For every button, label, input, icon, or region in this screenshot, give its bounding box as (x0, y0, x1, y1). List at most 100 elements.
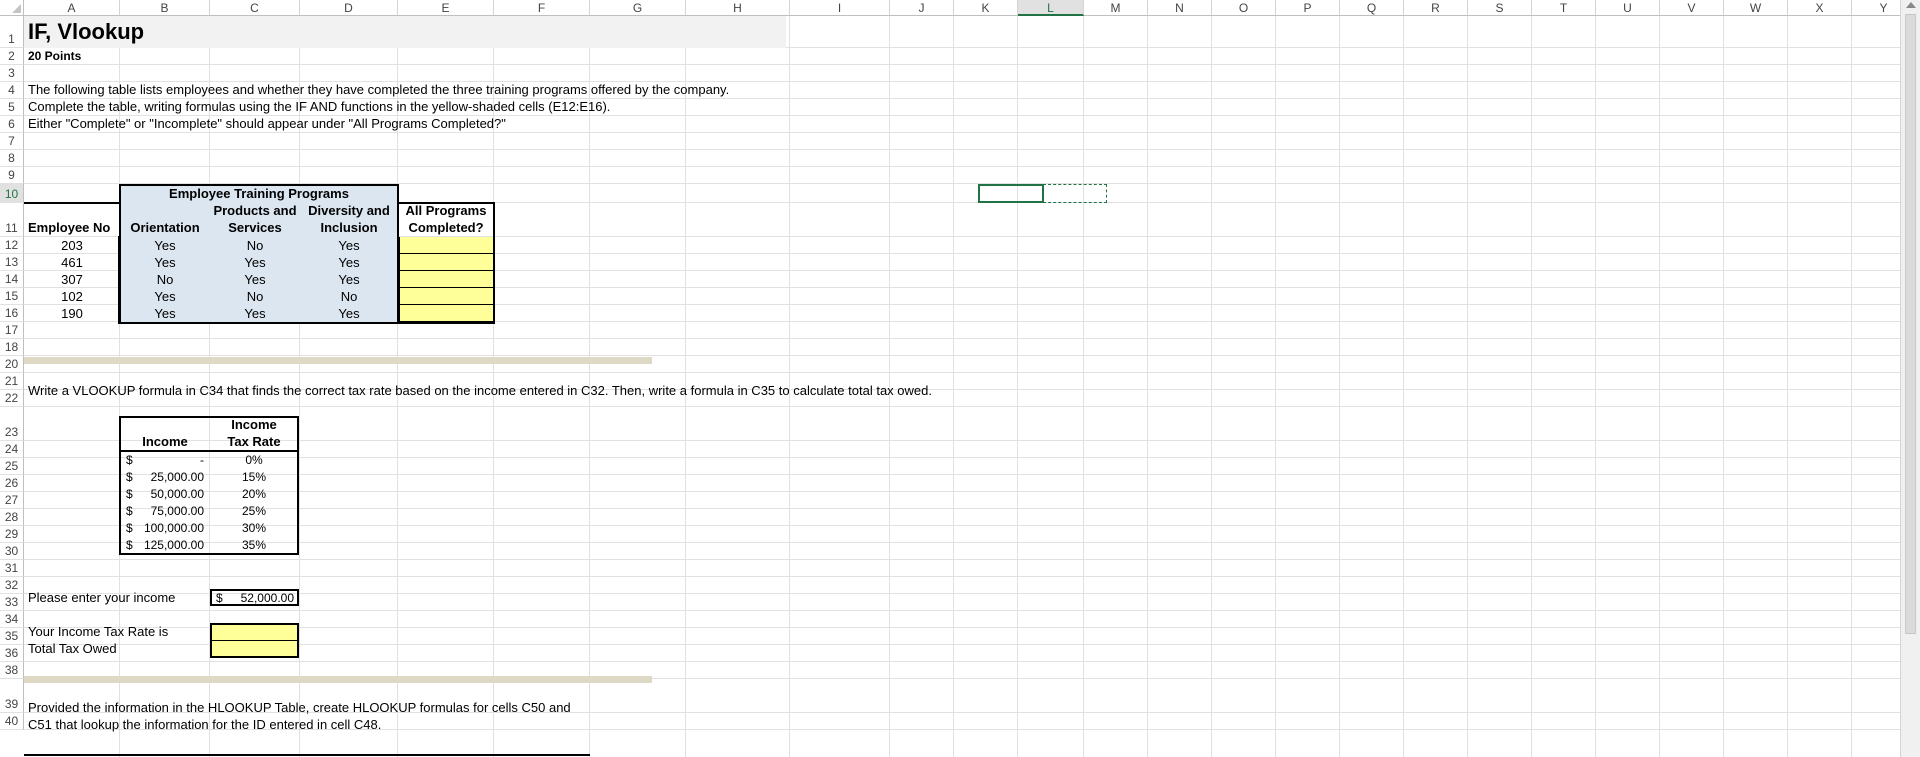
column-header-A[interactable]: A (24, 0, 120, 16)
row-header-25[interactable]: 25 (0, 458, 24, 475)
row-header-16[interactable]: 16 (0, 305, 24, 322)
row-header-21[interactable]: 21 (0, 373, 24, 390)
scroll-up-arrow-icon[interactable] (1906, 2, 1916, 8)
row-header-18[interactable]: 18 (0, 339, 24, 356)
row-header-1[interactable]: 1 (0, 16, 24, 48)
row-header-13[interactable]: 13 (0, 254, 24, 271)
row-header-38[interactable]: 38 (0, 662, 24, 679)
row-header-8[interactable]: 8 (0, 150, 24, 167)
gridline-horizontal (24, 372, 1900, 373)
column-header-P[interactable]: P (1276, 0, 1340, 16)
orientation-cell: Yes (154, 238, 176, 253)
row-header-2[interactable]: 2 (0, 48, 24, 65)
tax-answer-divider (210, 640, 299, 641)
row-header-4[interactable]: 4 (0, 82, 24, 99)
column-header-F[interactable]: F (494, 0, 590, 16)
row-header-5[interactable]: 5 (0, 99, 24, 116)
column-header-U[interactable]: U (1596, 0, 1660, 16)
gridline-horizontal (24, 132, 1900, 133)
column-header-I[interactable]: I (790, 0, 890, 16)
gridline-vertical (1403, 16, 1404, 757)
row-header-29[interactable]: 29 (0, 526, 24, 543)
column-header-C[interactable]: C (210, 0, 300, 16)
column-header-S[interactable]: S (1468, 0, 1532, 16)
instruction-line: The following table lists employees and … (28, 82, 730, 97)
row-header-6[interactable]: 6 (0, 116, 24, 133)
column-header-O[interactable]: O (1212, 0, 1276, 16)
row-header-31[interactable]: 31 (0, 560, 24, 577)
row-header-14[interactable]: 14 (0, 271, 24, 288)
row-header-34[interactable]: 34 (0, 611, 24, 628)
column-header-X[interactable]: X (1788, 0, 1852, 16)
row-header-7[interactable]: 7 (0, 133, 24, 150)
tax-rate-cell: 25% (241, 504, 267, 518)
row-header-32[interactable]: 32 (0, 577, 24, 594)
row-header-3[interactable]: 3 (0, 65, 24, 82)
vertical-scrollbar[interactable] (1900, 0, 1920, 757)
column-header-B[interactable]: B (120, 0, 210, 16)
row-header-11[interactable]: 11 (0, 203, 24, 237)
row-header-36[interactable]: 36 (0, 645, 24, 662)
row-header-23[interactable]: 23 (0, 407, 24, 441)
row-header-26[interactable]: 26 (0, 475, 24, 492)
column-header-M[interactable]: M (1084, 0, 1148, 16)
gridline-horizontal (24, 661, 1900, 662)
column-header-R[interactable]: R (1404, 0, 1468, 16)
scrollbar-thumb[interactable] (1905, 14, 1916, 634)
tax-currency-cell: $ (126, 521, 133, 535)
row-header-28[interactable]: 28 (0, 509, 24, 526)
select-all-corner[interactable] (0, 0, 24, 16)
gridline-horizontal (24, 508, 1900, 509)
column-header-K[interactable]: K (954, 0, 1018, 16)
row-header-10[interactable]: 10 (0, 184, 24, 203)
gridline-horizontal (24, 474, 1900, 475)
column-header-T[interactable]: T (1532, 0, 1596, 16)
active-cell-L10[interactable] (978, 184, 1044, 203)
gridline-vertical (1659, 16, 1660, 757)
column-header-D[interactable]: D (300, 0, 398, 16)
column-header-N[interactable]: N (1148, 0, 1212, 16)
tax-rate-cell: 15% (241, 470, 267, 484)
products-cell: Yes (244, 255, 266, 270)
gridline-horizontal (24, 559, 1900, 560)
row-header-30[interactable]: 30 (0, 543, 24, 560)
row-header-24[interactable]: 24 (0, 441, 24, 458)
spreadsheet-grid[interactable]: ABCDEFGHIJKLMNOPQRSTUVWXY 1 2 3 4 5 6 7 8 9 10 11 1… (0, 0, 1900, 757)
tax-income-cell: 50,000.00 (150, 487, 204, 501)
column-header-G[interactable]: G (590, 0, 686, 16)
tax-rate-cell: 0% (245, 453, 263, 467)
gridline-horizontal (24, 491, 1900, 492)
row-header-12[interactable]: 12 (0, 237, 24, 254)
row-header-35[interactable]: 35 (0, 628, 24, 645)
instruction-line: Either "Complete" or "Incomplete" should… (28, 116, 506, 131)
row-header-22[interactable]: 22 (0, 390, 24, 407)
row-header-39[interactable]: 39 (0, 679, 24, 713)
orientation-cell: Yes (154, 306, 176, 321)
column-header-L[interactable]: L (1018, 0, 1084, 16)
tax-currency-cell: $ (126, 538, 133, 552)
gridline-vertical (1467, 16, 1468, 757)
column-header-H[interactable]: H (686, 0, 790, 16)
column-header-Q[interactable]: Q (1340, 0, 1404, 16)
row-header-40[interactable]: 40 (0, 713, 24, 730)
row-header-27[interactable]: 27 (0, 492, 24, 509)
row-header-15[interactable]: 15 (0, 288, 24, 305)
column-header-E[interactable]: E (398, 0, 494, 16)
tax-currency-cell: $ (126, 453, 133, 467)
tax-income-cell: - (200, 453, 204, 467)
income-prompt: Please enter your income (28, 590, 176, 605)
income-value: 52,000.00 (240, 591, 294, 605)
column-header-V[interactable]: V (1660, 0, 1724, 16)
gridline-horizontal (24, 525, 1900, 526)
employee-no-cell: 190 (61, 306, 83, 321)
row-header-20[interactable]: 20 (0, 356, 24, 373)
row-header-9[interactable]: 9 (0, 167, 24, 184)
row-header-17[interactable]: 17 (0, 322, 24, 339)
header-diversity-line1: Diversity and (308, 203, 390, 218)
gridline-vertical (1211, 16, 1212, 757)
row-header-33[interactable]: 33 (0, 594, 24, 611)
diversity-cell: Yes (338, 238, 360, 253)
column-header-J[interactable]: J (890, 0, 954, 16)
column-header-W[interactable]: W (1724, 0, 1788, 16)
column-header-Y[interactable]: Y (1852, 0, 1900, 16)
